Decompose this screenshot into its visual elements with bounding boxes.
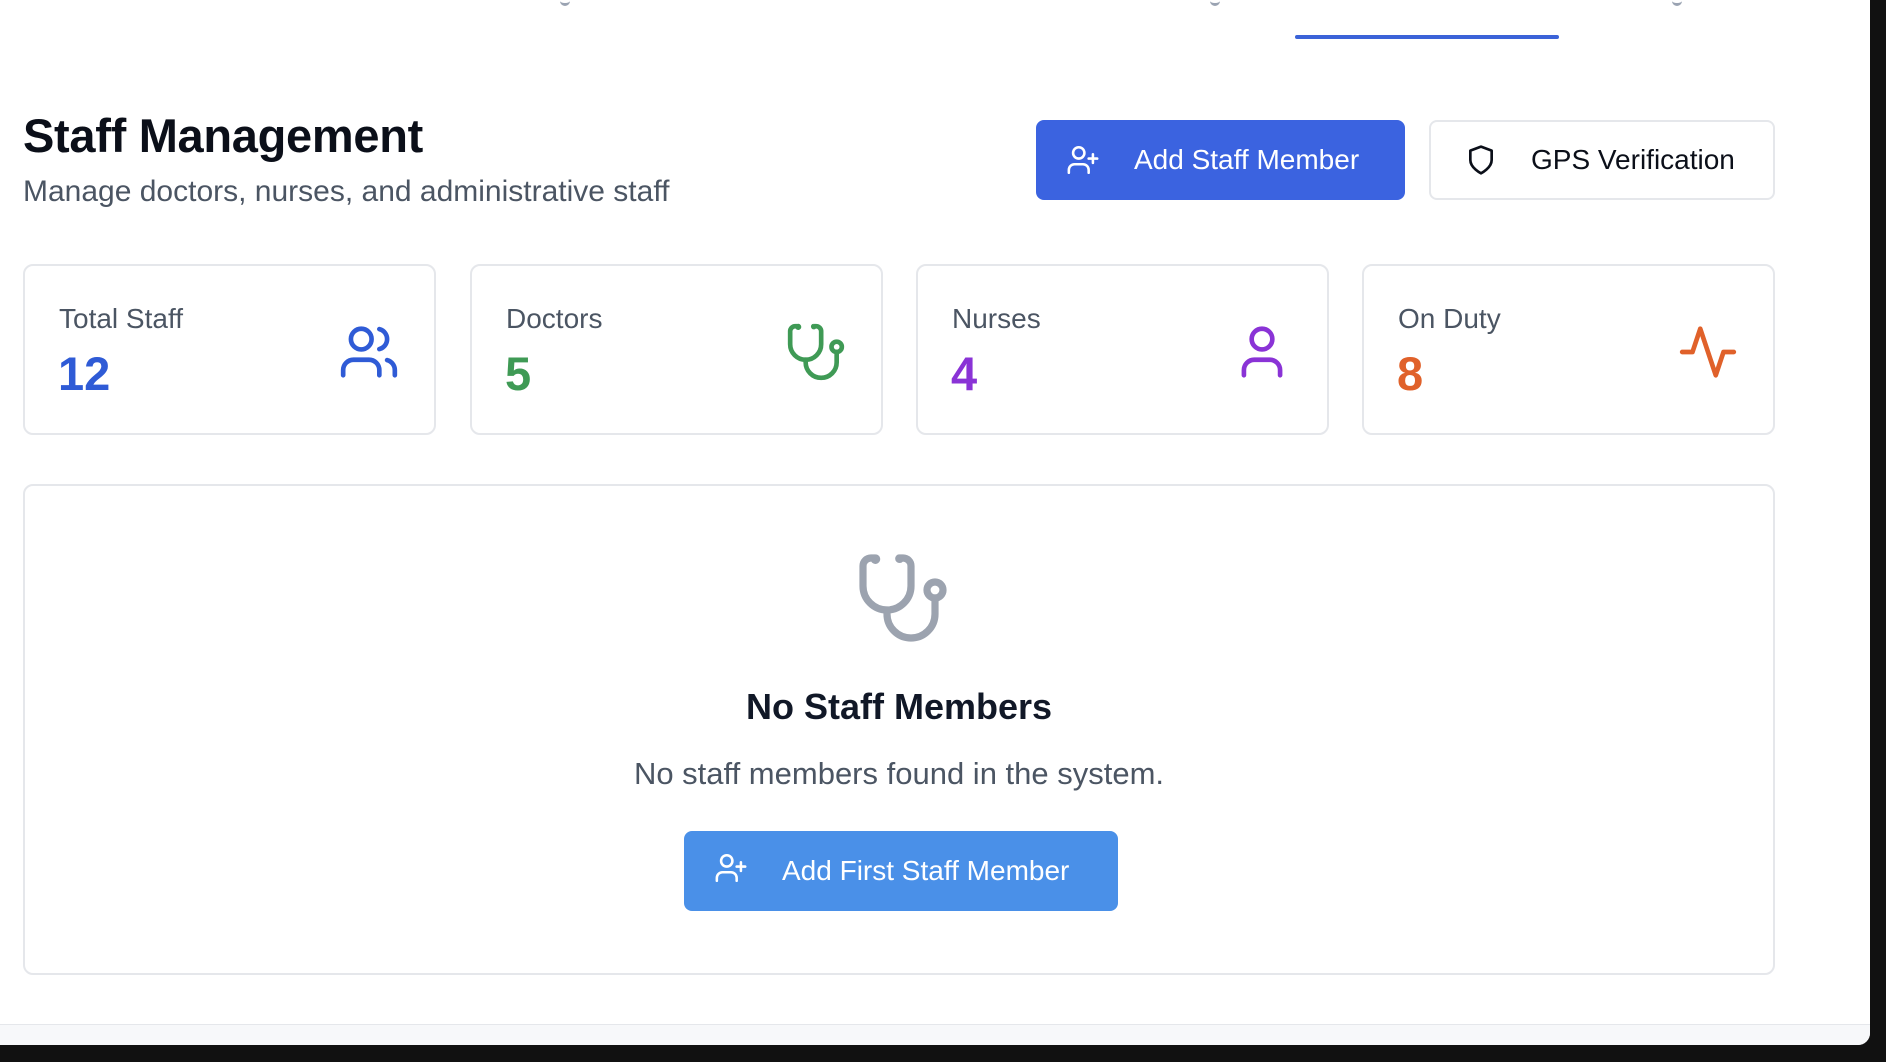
stat-card-total-staff: Total Staff 12 xyxy=(23,264,436,435)
add-first-staff-member-button[interactable]: Add First Staff Member xyxy=(684,831,1118,911)
stat-label: On Duty xyxy=(1398,303,1501,334)
users-icon xyxy=(338,321,400,388)
user-plus-icon xyxy=(714,851,748,892)
gps-verification-label: GPS Verification xyxy=(1531,144,1735,175)
tab-edge xyxy=(1210,0,1220,6)
stat-card-on-duty: On Duty 8 xyxy=(1362,264,1775,435)
empty-state-title: No Staff Members xyxy=(745,686,1053,727)
stat-card-nurses: Nurses 4 xyxy=(916,264,1329,435)
add-first-staff-member-label: Add First Staff Member xyxy=(782,855,1070,886)
stat-label: Nurses xyxy=(952,303,1041,334)
staff-list-panel: No Staff Members No staff members found … xyxy=(23,484,1775,975)
active-tab-indicator xyxy=(1295,35,1559,39)
stat-card-doctors: Doctors 5 xyxy=(470,264,883,435)
footer-bar xyxy=(0,1024,1870,1045)
user-plus-icon xyxy=(1066,143,1100,177)
stat-value: 5 xyxy=(505,347,532,400)
add-staff-member-label: Add Staff Member xyxy=(1134,144,1360,175)
tab-edge xyxy=(1672,0,1682,6)
stethoscope-icon xyxy=(855,550,951,651)
add-staff-member-button[interactable]: Add Staff Member xyxy=(1036,120,1405,200)
tab-edge xyxy=(560,0,570,6)
stat-value: 8 xyxy=(1397,347,1424,400)
user-icon xyxy=(1231,321,1293,388)
empty-state-message: No staff members found in the system. xyxy=(633,756,1165,791)
stat-label: Doctors xyxy=(506,303,603,334)
stethoscope-icon xyxy=(785,321,847,388)
stat-value: 12 xyxy=(58,347,111,400)
gps-verification-button[interactable]: GPS Verification xyxy=(1429,120,1775,200)
page-subtitle: Manage doctors, nurses, and administrati… xyxy=(23,175,670,208)
activity-icon xyxy=(1677,321,1739,388)
page-title: Staff Management xyxy=(23,109,423,162)
stat-label: Total Staff xyxy=(59,303,184,334)
stat-value: 4 xyxy=(951,347,978,400)
app-window: Staff Management Manage doctors, nurses,… xyxy=(0,0,1870,1045)
shield-icon xyxy=(1465,144,1497,176)
